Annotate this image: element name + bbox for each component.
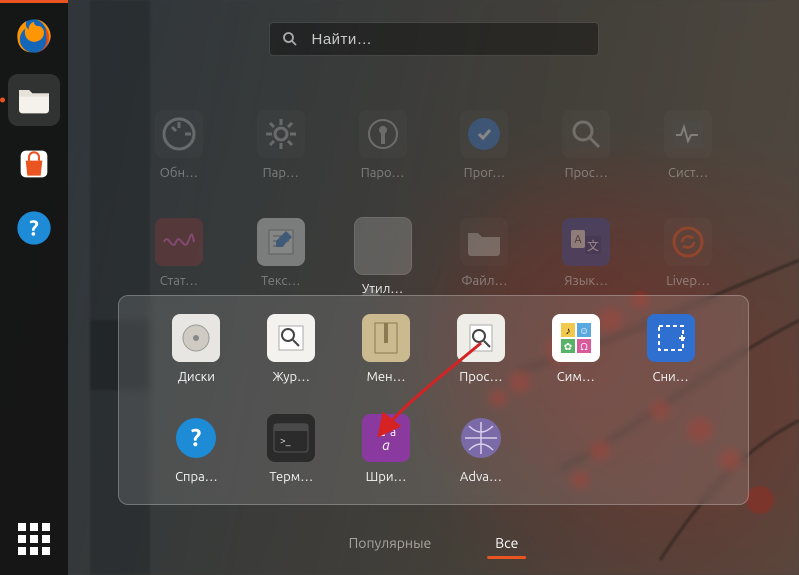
dock: ?	[0, 0, 68, 575]
livepatch-icon	[664, 218, 712, 266]
utilities-folder-popup: Диски Жур… Мен… Прос…	[118, 295, 749, 505]
app-screenshot[interactable]: Сни…	[623, 314, 718, 384]
folder-pointer	[361, 286, 381, 296]
app-disks[interactable]: Диски	[149, 314, 244, 384]
search-bar[interactable]	[269, 22, 599, 56]
folder-icon	[14, 80, 54, 120]
app-label: Adva…	[460, 470, 502, 484]
characters-icon: ♪ ☺ ✿ Ω	[552, 314, 600, 362]
key-icon	[359, 110, 407, 158]
tab-frequent[interactable]: Популярные	[347, 531, 434, 559]
app-settings[interactable]: Пар…	[230, 110, 332, 180]
svg-text:☺: ☺	[579, 325, 589, 336]
app-logs[interactable]: Жур…	[244, 314, 339, 384]
app-label: Терм…	[269, 470, 313, 484]
logs-icon	[267, 314, 315, 362]
app-label: Жур…	[272, 370, 310, 384]
app-updater[interactable]: Обн…	[128, 110, 230, 180]
search-input[interactable]	[310, 30, 586, 49]
app-label: Язык…	[564, 274, 608, 288]
magnifier-icon	[562, 110, 610, 158]
dock-software[interactable]	[8, 138, 60, 190]
wave-icon	[155, 218, 203, 266]
screenshot-icon	[647, 314, 695, 362]
app-help-blue[interactable]: ? Спра…	[149, 414, 244, 484]
archive-icon	[362, 314, 410, 362]
app-label: Стат…	[160, 274, 198, 288]
app-software-center[interactable]: Прог…	[434, 110, 536, 180]
app-grid: Обн… Пар… Паро… Прог… Прос…	[128, 110, 739, 296]
dock-files[interactable]	[8, 74, 60, 126]
fonts-icon: aaa	[362, 414, 410, 462]
shopping-bag-icon	[14, 144, 54, 184]
app-label: Мен…	[367, 370, 406, 384]
app-terminal[interactable]: >_ Терм…	[244, 414, 339, 484]
svg-text:文: 文	[587, 238, 599, 253]
app-label: Обн…	[160, 166, 198, 180]
dock-firefox[interactable]	[8, 10, 60, 62]
app-label: Спра…	[175, 470, 218, 484]
running-indicator	[0, 98, 5, 103]
svg-text:Ω: Ω	[580, 341, 588, 352]
app-label: Файл…	[461, 274, 507, 288]
network-icon	[457, 414, 505, 462]
app-utilities-folder[interactable]: Утил…	[332, 218, 434, 296]
app-label: Паро…	[361, 166, 405, 180]
app-label: Прог…	[464, 166, 506, 180]
app-livepatch[interactable]: Livep…	[637, 218, 739, 296]
folder-grey-icon	[460, 218, 508, 266]
app-label: Текс…	[261, 274, 300, 288]
software-icon	[460, 110, 508, 158]
translate-icon: A文	[562, 218, 610, 266]
app-characters[interactable]: ♪ ☺ ✿ Ω Сим…	[528, 314, 623, 384]
dock-accent-bar	[0, 0, 68, 3]
app-advanced-net[interactable]: Adva…	[434, 414, 529, 484]
firefox-icon	[14, 16, 54, 56]
svg-text:a: a	[390, 426, 396, 439]
pulse-icon	[664, 110, 712, 158]
app-label: Прос…	[565, 166, 608, 180]
dock-help[interactable]: ?	[8, 202, 60, 254]
app-power-stats[interactable]: Стат…	[128, 218, 230, 296]
activities-overview: Обн… Пар… Паро… Прог… Прос…	[68, 0, 799, 575]
app-language[interactable]: A文 Язык…	[535, 218, 637, 296]
svg-text:♪: ♪	[565, 325, 570, 336]
svg-text:?: ?	[191, 424, 202, 451]
svg-text:a: a	[382, 437, 390, 453]
svg-text:✿: ✿	[564, 341, 572, 352]
app-label: Сим…	[557, 370, 595, 384]
app-system-monitor[interactable]: Сист…	[637, 110, 739, 180]
app-label: Диски	[178, 370, 215, 384]
updater-icon	[155, 110, 203, 158]
app-passwords[interactable]: Паро…	[332, 110, 434, 180]
app-label: Прос…	[459, 370, 502, 384]
app-label: Пар…	[263, 166, 299, 180]
notepad-icon	[257, 218, 305, 266]
help-icon: ?	[172, 414, 220, 462]
app-label: Шри…	[366, 470, 407, 484]
app-files-grey[interactable]: Файл…	[434, 218, 536, 296]
show-applications-button[interactable]	[8, 513, 60, 565]
app-label: Сист…	[668, 166, 708, 180]
svg-text:?: ?	[29, 217, 39, 241]
app-text-editor[interactable]: Текс…	[230, 218, 332, 296]
folder-group-icon	[355, 218, 411, 274]
app-label: Сни…	[652, 370, 688, 384]
disks-icon	[172, 314, 220, 362]
gear-icon	[257, 110, 305, 158]
terminal-icon: >_	[267, 414, 315, 462]
app-archive[interactable]: Мен…	[339, 314, 434, 384]
search-icon	[282, 31, 298, 47]
view-tabs: Популярные Все	[347, 531, 521, 559]
svg-text:A: A	[575, 234, 583, 246]
tab-all[interactable]: Все	[493, 531, 520, 559]
help-icon: ?	[14, 208, 54, 248]
app-label: Livep…	[666, 274, 710, 288]
app-image-viewer[interactable]: Прос…	[535, 110, 637, 180]
svg-text:>_: >_	[280, 435, 291, 446]
doc-viewer-icon	[457, 314, 505, 362]
app-fonts[interactable]: aaa Шри…	[339, 414, 434, 484]
app-doc-viewer[interactable]: Прос…	[434, 314, 529, 384]
